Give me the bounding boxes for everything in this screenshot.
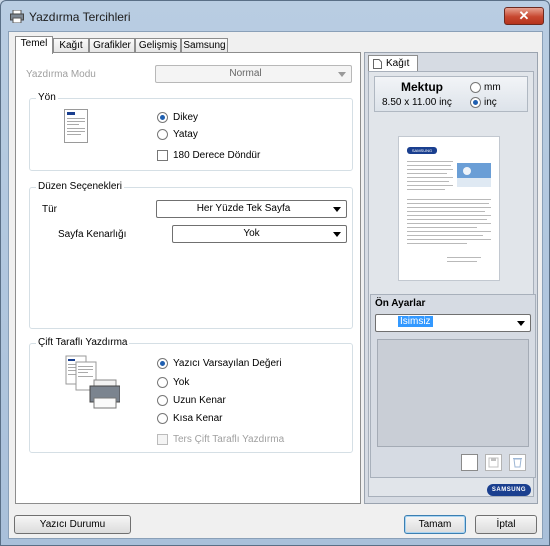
printer-icon: [10, 10, 24, 23]
favorites-panel: Ön Ayarlar İsimsiz: [370, 294, 536, 478]
layout-options-group: Düzen Seçenekleri Tür Her Yüzde Tek Sayf…: [29, 181, 353, 329]
landscape-radio[interactable]: [157, 129, 168, 140]
reverse-duplex-checkbox[interactable]: [157, 434, 168, 445]
favorites-select[interactable]: İsimsiz: [375, 314, 531, 332]
portrait-radio[interactable]: [157, 112, 168, 123]
samsung-logo: SAMSUNG: [487, 484, 531, 496]
portrait-page-icon: [64, 109, 88, 143]
layout-type-label: Tür: [42, 204, 57, 215]
duplex-group: Çift Taraflı Yazdırma Yazıcı Varsayılan …: [29, 337, 353, 453]
preview-page-content: [407, 161, 491, 262]
rotate-180-label: 180 Derece Döndür: [173, 150, 261, 161]
duplex-long-edge-label: Uzun Kenar: [173, 395, 226, 406]
unit-inch-radio[interactable]: [470, 97, 481, 108]
favorites-list[interactable]: [377, 339, 529, 447]
orientation-group-title: Yön: [36, 92, 58, 103]
duplex-group-title: Çift Taraflı Yazdırma: [36, 337, 130, 348]
duplex-printer-default-radio[interactable]: [157, 358, 168, 369]
cancel-button[interactable]: İptal: [475, 515, 537, 534]
duplex-printer-icon: [65, 355, 120, 409]
tab-advanced[interactable]: Gelişmiş: [135, 38, 181, 53]
reverse-duplex-label: Ters Çift Taraflı Yazdırma: [173, 434, 285, 445]
duplex-printer-default-label: Yazıcı Varsayılan Değeri: [173, 358, 282, 369]
page-border-label: Sayfa Kenarlığı: [58, 229, 127, 240]
layout-group-title: Düzen Seçenekleri: [36, 181, 124, 192]
title-bar[interactable]: Yazdırma Tercihleri ✕: [1, 1, 549, 31]
duplex-none-label: Yok: [173, 377, 190, 388]
duplex-long-edge-radio[interactable]: [157, 395, 168, 406]
print-mode-value: Normal: [229, 68, 262, 79]
rotate-180-checkbox[interactable]: [157, 150, 168, 161]
unit-mm-radio[interactable]: [470, 82, 481, 93]
save-favorite-icon[interactable]: [485, 454, 502, 471]
favorites-title: Ön Ayarlar: [375, 298, 426, 309]
print-preferences-window: Yazdırma Tercihleri ✕ Temel Kağıt Grafik…: [0, 0, 550, 546]
page-border-value: Yok: [243, 228, 260, 239]
duplex-none-radio[interactable]: [157, 377, 168, 388]
chevron-down-icon: [517, 321, 525, 326]
favorites-value: İsimsiz: [398, 316, 433, 327]
landscape-label: Yatay: [173, 129, 198, 140]
preview-samsung-logo: SAMSUNG: [407, 147, 437, 154]
ok-button[interactable]: Tamam: [404, 515, 466, 534]
basic-tab-panel: Yazdırma Modu Normal Yön Dikey Yatay 180…: [15, 52, 361, 504]
preview-paper-tab[interactable]: Kağıt: [368, 55, 418, 71]
page-preview: SAMSUNG: [398, 136, 500, 281]
tab-basic[interactable]: Temel: [15, 36, 53, 54]
delete-favorite-icon[interactable]: [509, 454, 526, 471]
chevron-down-icon: [333, 232, 341, 237]
print-mode-label: Yazdırma Modu: [26, 69, 96, 80]
portrait-label: Dikey: [173, 112, 199, 123]
paper-name: Mektup: [401, 80, 443, 94]
paper-size: 8.50 x 11.00 inç: [382, 97, 452, 108]
layout-type-select[interactable]: Her Yüzde Tek Sayfa: [156, 200, 347, 218]
unit-mm-label: mm: [484, 82, 501, 93]
preview-tab-label: Kağıt: [386, 58, 410, 69]
print-mode-select[interactable]: Normal: [155, 65, 352, 83]
layout-type-value: Her Yüzde Tek Sayfa: [196, 203, 291, 214]
duplex-short-edge-label: Kısa Kenar: [173, 413, 223, 424]
tab-graphics[interactable]: Grafikler: [89, 38, 135, 53]
window-title: Yazdırma Tercihleri: [29, 10, 131, 24]
printer-status-button[interactable]: Yazıcı Durumu: [14, 515, 131, 534]
new-favorite-icon[interactable]: [461, 454, 478, 471]
orientation-group: Yön Dikey Yatay 180 Derece Döndür: [29, 92, 353, 171]
paper-info-box: Mektup 8.50 x 11.00 inç mm inç: [374, 76, 528, 112]
duplex-short-edge-radio[interactable]: [157, 413, 168, 424]
close-button[interactable]: ✕: [504, 7, 544, 25]
chevron-down-icon: [338, 72, 346, 77]
page-border-select[interactable]: Yok: [172, 225, 347, 243]
dialog-client: Temel Kağıt Grafikler Gelişmiş Samsung Y…: [8, 31, 543, 539]
page-icon: [373, 59, 382, 69]
tab-samsung[interactable]: Samsung: [181, 38, 228, 53]
tab-paper[interactable]: Kağıt: [53, 38, 89, 53]
unit-inch-label: inç: [484, 97, 497, 108]
chevron-down-icon: [333, 207, 341, 212]
